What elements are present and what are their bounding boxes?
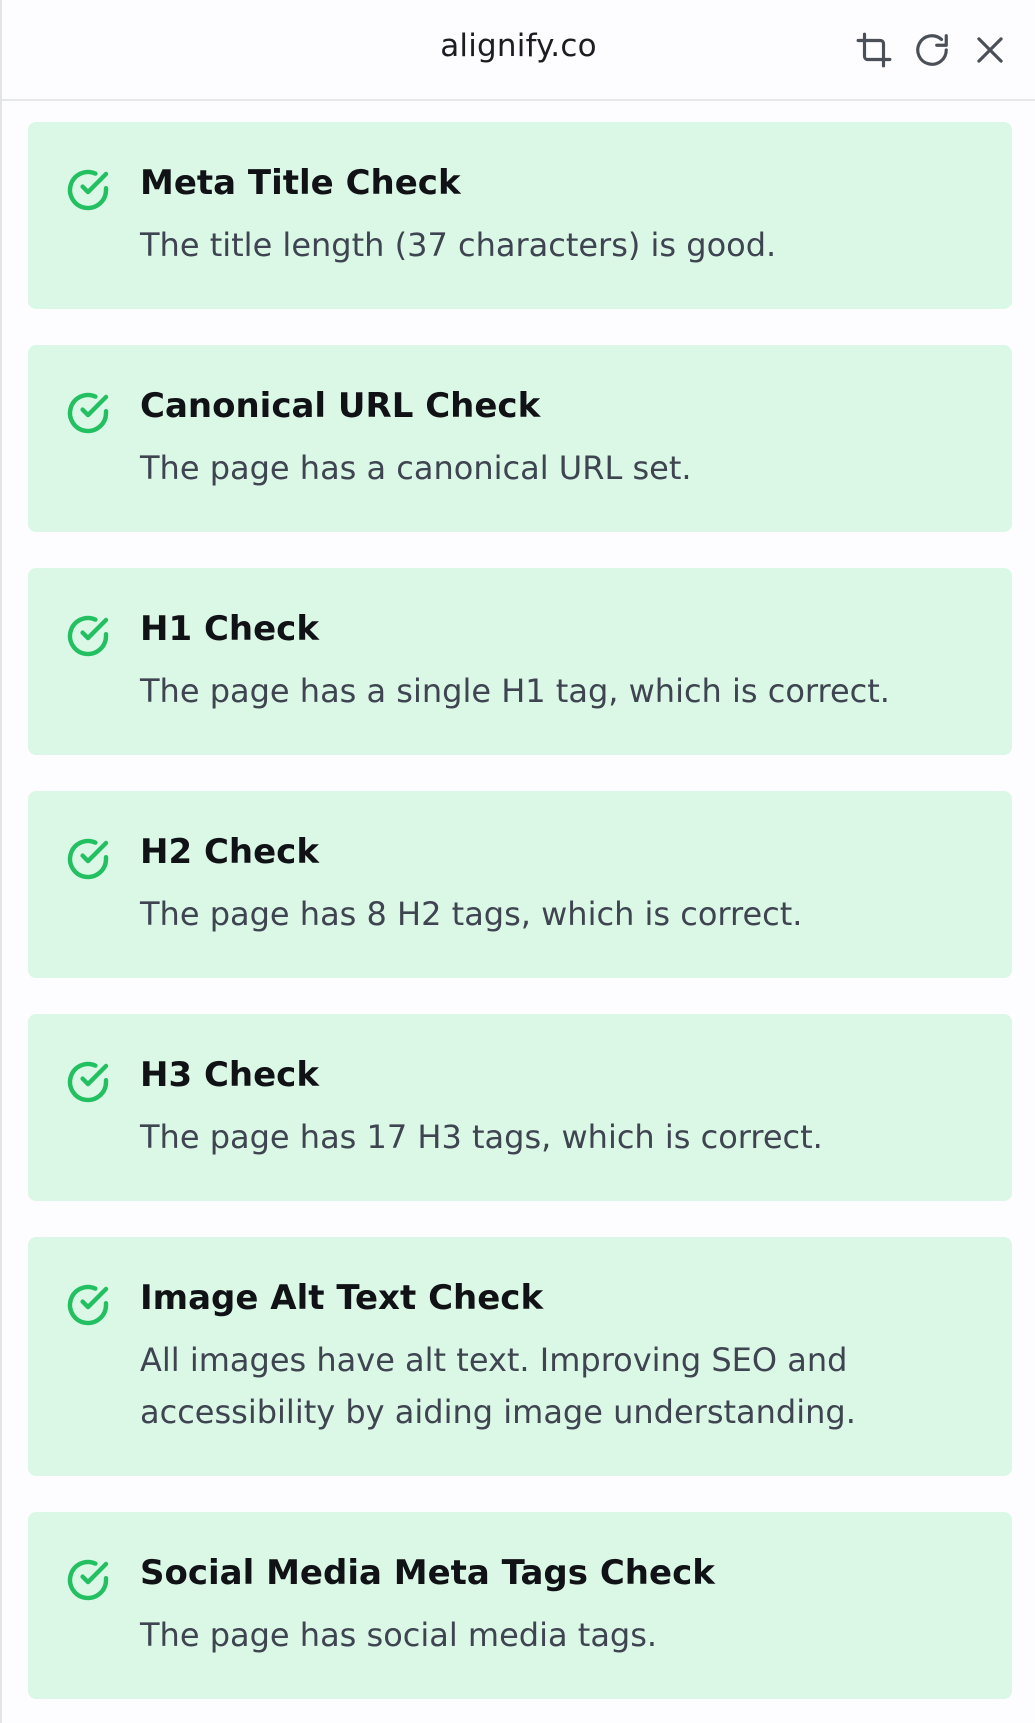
check-description: The page has 17 H3 tags, which is correc… [140,1118,823,1156]
check-card-h3: H3 Check The page has 17 H3 tags, which … [28,1014,1012,1201]
check-card-canonical-url: Canonical URL Check The page has a canon… [28,345,1012,532]
check-title: Canonical URL Check [140,386,541,426]
crop-icon [856,32,892,68]
check-card-social-meta: Social Media Meta Tags Check The page ha… [28,1512,1012,1699]
check-title: H2 Check [140,832,319,872]
refresh-icon [916,34,948,66]
check-card-h2: H2 Check The page has 8 H2 tags, which i… [28,791,1012,978]
check-description: The title length (37 characters) is good… [140,226,777,264]
check-title: Meta Title Check [140,163,461,203]
check-circle-icon [67,615,109,657]
refresh-button[interactable] [912,30,952,70]
check-circle-icon [67,169,109,211]
check-description: The page has a single H1 tag, which is c… [140,672,890,710]
check-card-h1: H1 Check The page has a single H1 tag, w… [28,568,1012,755]
checks-list: Meta Title Check The title length (37 ch… [28,122,1012,1723]
close-button[interactable] [970,30,1010,70]
check-description: The page has a canonical URL set. [140,449,692,487]
crop-button[interactable] [854,30,894,70]
panel-header: alignify.co [2,0,1035,101]
check-card-image-alt: Image Alt Text Check All images have alt… [28,1237,1012,1476]
check-title: Social Media Meta Tags Check [140,1553,715,1593]
check-circle-icon [67,1559,109,1601]
close-icon [977,37,1003,63]
check-title: Image Alt Text Check [140,1278,544,1318]
check-description: All images have alt text. Improving SEO … [140,1341,856,1431]
check-circle-icon [67,392,109,434]
check-circle-icon [67,1284,109,1326]
extension-panel: alignify.co Meta Title Check The title l… [0,0,1035,1723]
check-title: H3 Check [140,1055,319,1095]
check-circle-icon [67,838,109,880]
check-card-meta-title: Meta Title Check The title length (37 ch… [28,122,1012,309]
check-description: The page has social media tags. [140,1616,658,1654]
check-circle-icon [67,1061,109,1103]
check-title: H1 Check [140,609,319,649]
check-description: The page has 8 H2 tags, which is correct… [140,895,803,933]
